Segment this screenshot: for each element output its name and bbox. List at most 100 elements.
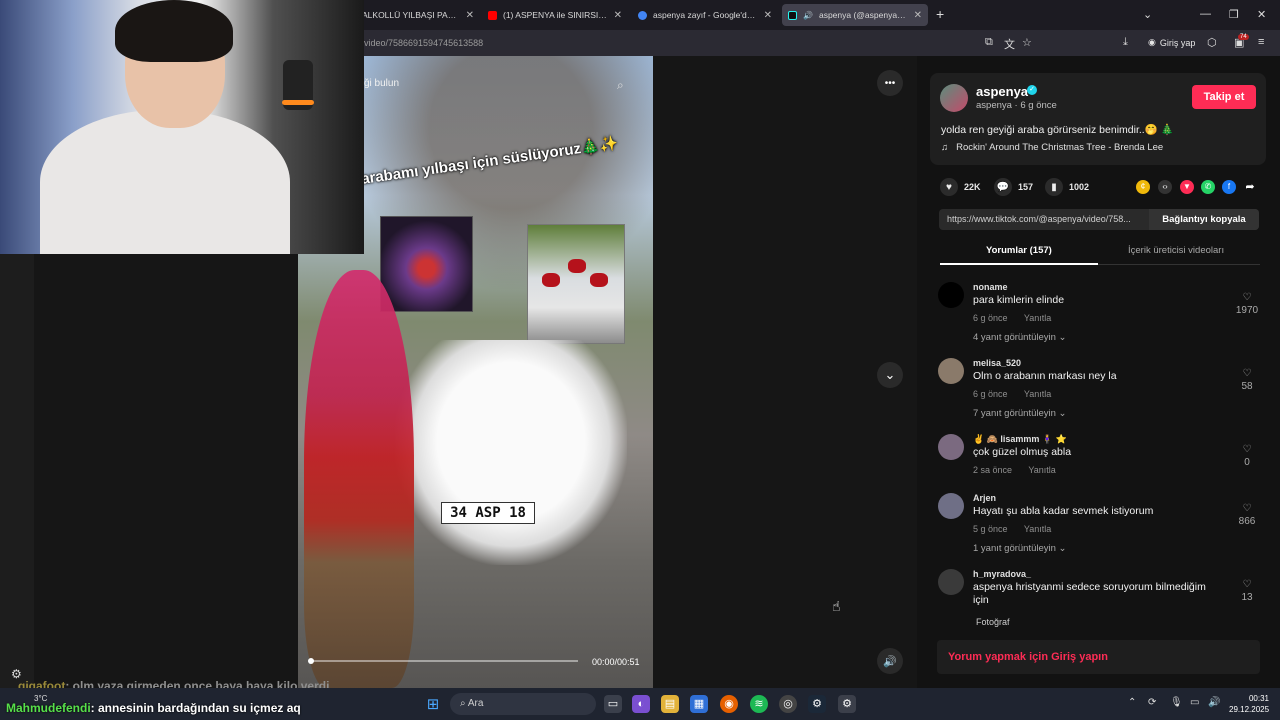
whatsapp-icon[interactable]: ✆	[1201, 180, 1215, 194]
comment-avatar[interactable]	[938, 282, 964, 308]
tray-chevron-icon[interactable]: ⌃	[1128, 697, 1136, 708]
music-line[interactable]: ♫ Rockin' Around The Christmas Tree - Br…	[941, 142, 1163, 153]
follow-button[interactable]: Takip et	[1192, 85, 1256, 109]
video-progress-bar[interactable]	[308, 658, 578, 664]
tab-creator-videos[interactable]: İçerik üreticisi videoları	[1128, 245, 1224, 256]
tab-alkollu[interactable]: ALKOLLÜ YILBAŞI PAKETLERİ ✕	[356, 4, 480, 26]
picture-in-picture-icon[interactable]: ⧉	[985, 36, 993, 49]
obs-icon[interactable]: ◎	[779, 695, 797, 713]
post-description: yolda ren geyiği araba görürseniz benimd…	[941, 124, 1174, 136]
tab-list-icon[interactable]: ⌄	[1143, 8, 1152, 21]
repost-icon[interactable]: ▼	[1180, 180, 1194, 194]
view-replies[interactable]: 7 yanıt görüntüleyin ⌄	[973, 408, 1067, 419]
tab-tiktok[interactable]: 🔊 aspenya (@aspenya) Resmi ✕	[782, 4, 928, 26]
close-tab-icon[interactable]: ✕	[614, 10, 622, 21]
volume-button[interactable]: 🔊	[877, 648, 903, 674]
new-tab-icon[interactable]: +	[936, 6, 944, 22]
comment-avatar[interactable]	[938, 493, 964, 519]
link-text[interactable]: https://www.tiktok.com/@aspenya/video/75…	[947, 214, 1153, 224]
like-stat[interactable]: ♥ 22K	[940, 178, 981, 196]
tab-youtube[interactable]: (1) ASPENYA ile SINIRSIZ YEME ✕	[482, 4, 628, 26]
task-view-icon[interactable]: ▭	[604, 695, 622, 713]
account-icon: ◉	[1148, 37, 1156, 47]
bookmark-icon: ▮	[1045, 178, 1063, 196]
copy-link-button[interactable]: Bağlantıyı kopyala	[1149, 209, 1259, 230]
firefox-icon[interactable]: ◉	[720, 695, 738, 713]
save-count: 1002	[1069, 182, 1090, 192]
view-replies[interactable]: 1 yanıt görüntüleyin ⌄	[973, 543, 1067, 554]
chat-line: Mahmudefendi: annesinin bardağından su i…	[6, 701, 301, 715]
close-window-icon[interactable]: ✕	[1257, 8, 1266, 21]
copilot-icon[interactable]: ◐	[632, 695, 650, 713]
share-arrow-icon[interactable]: ➦	[1243, 180, 1257, 194]
comment-like-button[interactable]: ♡ 0	[1234, 444, 1260, 468]
login-to-comment-button[interactable]: Yorum yapmak için Giriş yapın	[937, 640, 1260, 674]
file-explorer-icon[interactable]: ▤	[661, 695, 679, 713]
comment-avatar[interactable]	[938, 434, 964, 460]
author-avatar[interactable]	[940, 84, 968, 112]
author-name[interactable]: aspenya	[976, 84, 1028, 99]
translate-icon[interactable]: 文	[1004, 36, 1015, 52]
minimize-icon[interactable]: —	[1200, 8, 1211, 20]
next-video-button[interactable]: ⌄	[877, 362, 903, 388]
steam-icon[interactable]: ⚙	[808, 695, 826, 713]
clock-time: 00:31	[1248, 694, 1269, 703]
more-options-button[interactable]: •••	[877, 70, 903, 96]
tab-google[interactable]: aspenya zayıf - Google'da Ara ✕	[632, 4, 778, 26]
tab-title: (1) ASPENYA ile SINIRSIZ YEME	[503, 10, 608, 20]
reply-link[interactable]: Yanıtla	[1024, 389, 1051, 399]
heart-icon: ♥	[940, 178, 958, 196]
close-tab-icon[interactable]: ✕	[466, 10, 474, 21]
close-tab-icon[interactable]: ✕	[764, 10, 772, 21]
comment-like-button[interactable]: ♡ 13	[1234, 579, 1260, 603]
comment-avatar[interactable]	[938, 358, 964, 384]
comment-like-button[interactable]: ♡ 866	[1234, 503, 1260, 527]
network-icon[interactable]: ⟳	[1148, 697, 1156, 708]
volume-icon[interactable]: 🔊	[1208, 697, 1220, 708]
tab-title: ALKOLLÜ YILBAŞI PAKETLERİ	[362, 10, 460, 20]
display-icon[interactable]: ▭	[1190, 697, 1199, 708]
comment-like-count: 1970	[1235, 305, 1259, 316]
bookmark-star-icon[interactable]: ☆	[1022, 36, 1032, 49]
account-login-button[interactable]: ◉ Giriş yap	[1148, 37, 1195, 48]
download-icon[interactable]: ⤓	[1123, 36, 1128, 49]
settings-icon[interactable]: ⚙	[838, 695, 856, 713]
search-input[interactable]: ği bulun	[364, 78, 399, 89]
facebook-icon[interactable]: f	[1222, 180, 1236, 194]
search-icon[interactable]: ⌕	[617, 78, 624, 93]
heart-outline-icon: ♡	[1242, 444, 1252, 455]
reply-link[interactable]: Yanıtla	[1024, 524, 1051, 534]
comment-user[interactable]: ✌️ 🙈 lisammm 🧍‍♀️ ⭐	[973, 434, 1067, 445]
taskbar-clock[interactable]: 00:31 29.12.2025	[1229, 693, 1269, 715]
comment-avatar[interactable]	[938, 569, 964, 595]
partial-comment-text: Fotoğraf	[976, 617, 1010, 627]
view-replies-label: 4 yanıt görüntüleyin	[973, 332, 1056, 343]
speaker-icon[interactable]: 🔊	[803, 11, 813, 20]
taskbar-search[interactable]: ⌕ Ara	[450, 693, 596, 715]
tab-title: aspenya zayıf - Google'da Ara	[653, 10, 758, 20]
coin-icon[interactable]: ¢	[1136, 180, 1150, 194]
comment-stat[interactable]: 💬 157	[994, 178, 1033, 196]
save-stat[interactable]: ▮ 1002	[1045, 178, 1089, 196]
comment-user[interactable]: Arjen	[973, 493, 996, 503]
view-replies[interactable]: 4 yanıt görüntüleyin ⌄	[973, 332, 1067, 343]
comment-like-button[interactable]: ♡ 1970	[1234, 292, 1260, 316]
spotify-icon[interactable]: ≋	[750, 695, 768, 713]
tab-comments[interactable]: Yorumlar (157)	[986, 245, 1052, 256]
microphone-icon[interactable]: 🎙	[1170, 697, 1183, 708]
store-icon[interactable]: ▦	[690, 695, 708, 713]
reply-link[interactable]: Yanıtla	[1028, 465, 1055, 475]
comment-user[interactable]: h_myradova_	[973, 569, 1031, 579]
windows-start-icon[interactable]: ⊞	[424, 696, 442, 714]
embed-icon[interactable]: ‹›	[1158, 180, 1172, 194]
close-tab-icon[interactable]: ✕	[914, 10, 922, 21]
reply-link[interactable]: Yanıtla	[1024, 313, 1051, 323]
maximize-icon[interactable]: ❐	[1229, 8, 1239, 21]
extensions-icon[interactable]: ⬡	[1207, 36, 1217, 49]
progress-knob[interactable]	[308, 658, 314, 664]
url-field[interactable]: video/7586691594745613588	[364, 38, 483, 48]
comment-user[interactable]: noname	[973, 282, 1008, 292]
menu-icon[interactable]: ≡	[1258, 36, 1264, 48]
comment-user[interactable]: melisa_520	[973, 358, 1021, 368]
comment-like-button[interactable]: ♡ 58	[1234, 368, 1260, 392]
